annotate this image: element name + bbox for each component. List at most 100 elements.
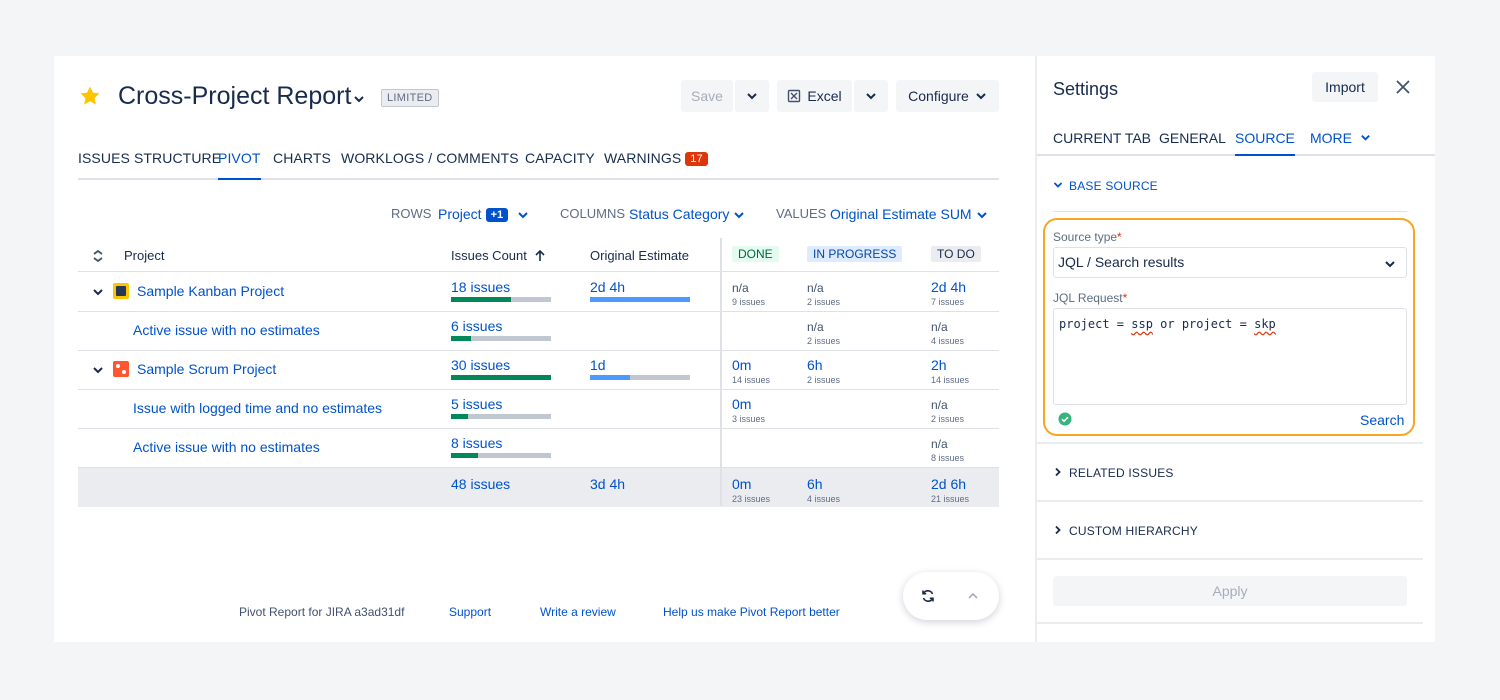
refresh-icon[interactable] xyxy=(921,589,935,603)
header-project[interactable]: Project xyxy=(124,248,164,263)
issues-count-link[interactable]: 5 issues xyxy=(451,396,502,412)
chevron-down-icon xyxy=(976,93,986,100)
search-link[interactable]: Search xyxy=(1360,412,1404,428)
tab-warnings[interactable]: WARNINGS 17 xyxy=(604,150,708,178)
scrum-project-icon xyxy=(113,361,129,377)
settings-tab-more-label: MORE xyxy=(1310,130,1352,146)
header-done-lozenge[interactable]: DONE xyxy=(732,246,779,262)
custom-hierarchy-toggle[interactable]: CUSTOM HIERARCHY xyxy=(1053,524,1198,538)
header-todo-lozenge[interactable]: TO DO xyxy=(931,246,981,262)
total-todo-issue-count: 21 issues xyxy=(931,494,970,504)
table-row: Active issue with no estimates 8 issues n/… xyxy=(78,429,999,468)
todo-value[interactable]: 2d 4h xyxy=(931,279,966,295)
issues-count-link[interactable]: 18 issues xyxy=(451,279,510,295)
source-type-value: JQL / Search results xyxy=(1058,254,1185,270)
report-title[interactable]: Cross-Project Report xyxy=(118,82,351,111)
table-row: Sample Kanban Project 18 issues 2d 4h n/a 9 … xyxy=(78,273,999,312)
row-name-link[interactable]: Sample Kanban Project xyxy=(137,283,284,299)
rows-value: Project xyxy=(438,206,482,222)
chevron-down-icon xyxy=(1361,135,1370,141)
settings-tab-more[interactable]: MORE xyxy=(1310,130,1371,146)
jql-text: project = xyxy=(1059,317,1132,331)
chevron-down-icon xyxy=(747,93,757,100)
total-count-link[interactable]: 48 issues xyxy=(451,476,510,492)
done-issue-count: 3 issues xyxy=(732,414,766,424)
chevron-right-icon xyxy=(1055,525,1061,535)
section-divider xyxy=(1037,622,1423,624)
estimate-bar xyxy=(590,297,690,302)
inprog-value[interactable]: 6h xyxy=(807,357,823,373)
estimate-link[interactable]: 1d xyxy=(590,357,606,373)
total-estimate-link[interactable]: 3d 4h xyxy=(590,476,625,492)
row-name-link[interactable]: Active issue with no estimates xyxy=(133,322,320,338)
settings-tab-general[interactable]: GENERAL xyxy=(1159,130,1226,146)
close-icon[interactable] xyxy=(1395,79,1411,95)
tab-capacity[interactable]: CAPACITY xyxy=(525,150,595,178)
total-inprog-value[interactable]: 6h xyxy=(807,476,823,492)
settings-tab-current[interactable]: CURRENT TAB xyxy=(1053,130,1151,146)
save-options-button[interactable] xyxy=(735,80,769,112)
issues-count-link[interactable]: 30 issues xyxy=(451,357,510,373)
values-selector[interactable]: Original Estimate SUM xyxy=(830,206,972,222)
tab-charts[interactable]: CHARTS xyxy=(273,150,331,178)
settings-tab-source[interactable]: SOURCE xyxy=(1235,130,1295,156)
base-source-toggle[interactable]: BASE SOURCE xyxy=(1053,179,1158,193)
save-button[interactable]: Save xyxy=(681,80,733,112)
row-name-link[interactable]: Issue with logged time and no estimates xyxy=(133,400,382,416)
excel-button[interactable]: Excel xyxy=(777,80,852,112)
chevron-up-icon[interactable] xyxy=(967,590,979,602)
rows-label: ROWS xyxy=(391,206,432,221)
header-issues-count[interactable]: Issues Count xyxy=(451,248,546,263)
todo-issue-count: 8 issues xyxy=(931,453,965,463)
row-name-link[interactable]: Active issue with no estimates xyxy=(133,439,320,455)
favorite-star-icon[interactable] xyxy=(78,84,102,108)
section-divider xyxy=(1037,558,1423,560)
tab-pivot[interactable]: PIVOT xyxy=(218,150,261,180)
apply-button[interactable]: Apply xyxy=(1053,576,1407,606)
source-type-select[interactable]: JQL / Search results xyxy=(1053,247,1407,278)
todo-value[interactable]: 2h xyxy=(931,357,947,373)
custom-hierarchy-label: CUSTOM HIERARCHY xyxy=(1069,524,1198,538)
import-button[interactable]: Import xyxy=(1312,72,1378,102)
chevron-down-icon[interactable] xyxy=(733,209,745,221)
inprog-issue-count: 2 issues xyxy=(807,297,841,307)
support-link[interactable]: Support xyxy=(449,605,491,619)
columns-selector[interactable]: Status Category xyxy=(629,206,729,222)
tab-issues-structure[interactable]: ISSUES STRUCTURE xyxy=(78,150,221,178)
related-issues-label: RELATED ISSUES xyxy=(1069,466,1174,480)
columns-label: COLUMNS xyxy=(560,206,626,221)
total-todo-value[interactable]: 2d 6h xyxy=(931,476,966,492)
chevron-down-icon[interactable] xyxy=(92,364,104,376)
row-name-link[interactable]: Sample Scrum Project xyxy=(137,361,276,377)
section-divider xyxy=(1037,500,1423,502)
total-done-issue-count: 23 issues xyxy=(732,494,771,504)
jql-text-misspelled: skp xyxy=(1254,317,1276,331)
bar-fill xyxy=(451,336,471,341)
configure-button[interactable]: Configure xyxy=(896,80,999,112)
issues-count-link[interactable]: 8 issues xyxy=(451,435,502,451)
section-divider xyxy=(1037,442,1423,444)
done-value[interactable]: 0m xyxy=(732,357,751,373)
total-done-value[interactable]: 0m xyxy=(732,476,751,492)
chevron-down-icon[interactable] xyxy=(976,209,988,221)
feedback-link[interactable]: Help us make Pivot Report better xyxy=(663,605,840,619)
jql-request-input[interactable]: project = ssp or project = skp xyxy=(1053,308,1407,405)
header-original-estimate[interactable]: Original Estimate xyxy=(590,248,689,263)
chevron-down-icon[interactable] xyxy=(517,209,529,221)
header-in-progress-lozenge[interactable]: IN PROGRESS xyxy=(807,246,903,262)
estimate-bar xyxy=(590,375,690,380)
issues-count-link[interactable]: 6 issues xyxy=(451,318,502,334)
issues-count-bar xyxy=(451,453,551,458)
rows-selector[interactable]: Project +1 xyxy=(438,206,509,222)
excel-options-button[interactable] xyxy=(854,80,888,112)
write-review-link[interactable]: Write a review xyxy=(540,605,616,619)
related-issues-toggle[interactable]: RELATED ISSUES xyxy=(1053,466,1174,480)
todo-issue-count: 2 issues xyxy=(931,414,965,424)
tab-worklogs-comments[interactable]: WORKLOGS / COMMENTS xyxy=(341,150,519,178)
chevron-down-icon[interactable] xyxy=(352,92,366,106)
column-divider xyxy=(720,238,722,506)
expand-collapse-all-icon[interactable] xyxy=(92,249,104,263)
estimate-link[interactable]: 2d 4h xyxy=(590,279,625,295)
done-value[interactable]: 0m xyxy=(732,396,751,412)
chevron-down-icon[interactable] xyxy=(92,286,104,298)
